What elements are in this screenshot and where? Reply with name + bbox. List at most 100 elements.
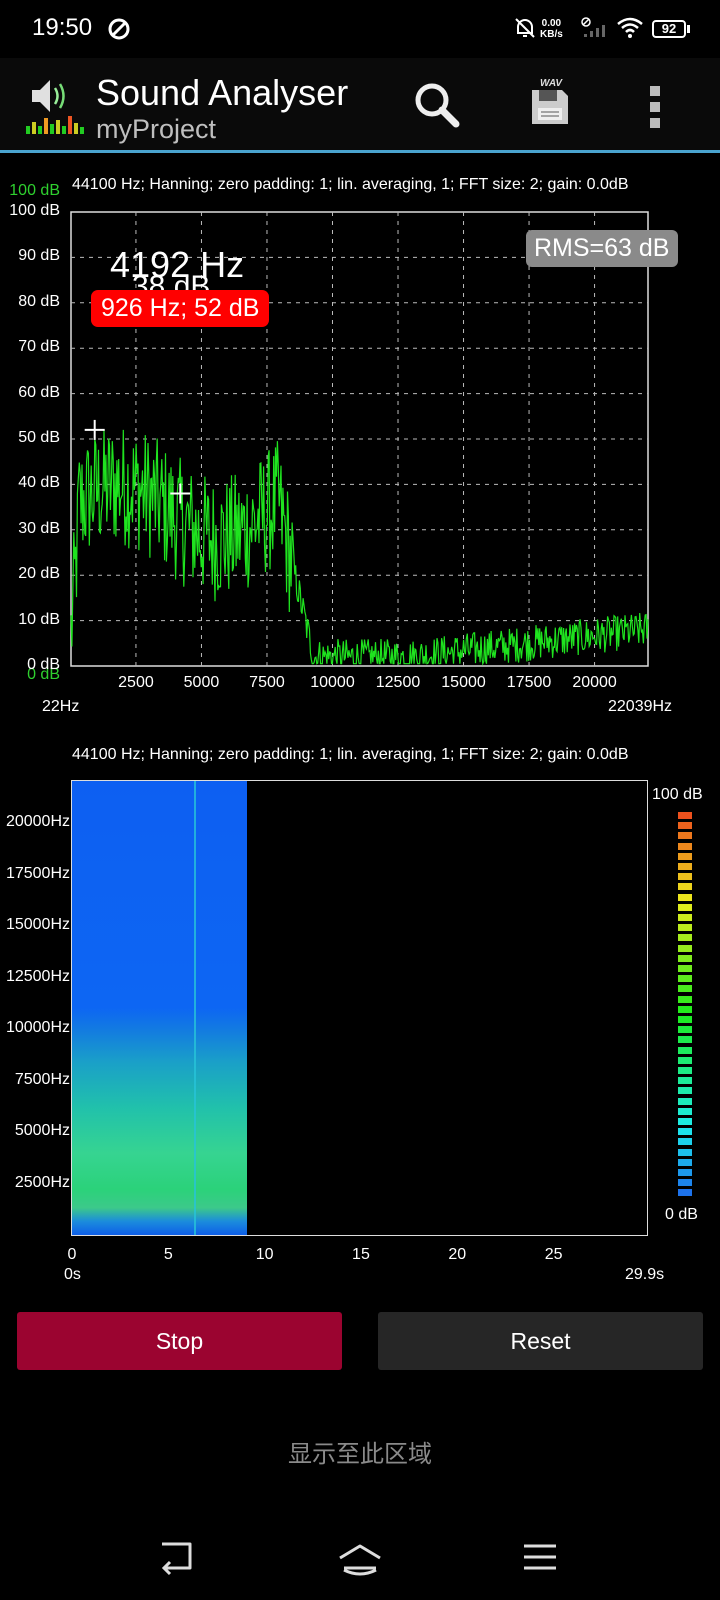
spectrogram-time-start: 0s: [64, 1266, 81, 1283]
spectrogram-time-tick: 5: [163, 1246, 173, 1263]
bell-off-icon: [514, 16, 536, 40]
spectrum-y-tick: 100 dB: [9, 202, 60, 219]
color-scale-segment: [678, 1026, 692, 1034]
spectrogram-time-tick: 20: [448, 1246, 467, 1263]
cursor-db-value: 38 dB: [132, 270, 211, 292]
battery-indicator: 92: [652, 20, 686, 38]
spectrogram-freq-tick: 12500Hz: [5, 967, 70, 985]
color-scale-segment: [678, 934, 692, 942]
color-scale-segment: [678, 1158, 692, 1166]
status-time: 19:50: [32, 14, 93, 41]
color-scale-max: 100 dB: [652, 786, 703, 803]
color-scale-segment: [678, 1067, 692, 1074]
spectrum-y-tick: 50 dB: [18, 429, 60, 446]
spectrum-y-tick: 60 dB: [18, 383, 60, 401]
no-sim-signal-icon: [580, 16, 610, 40]
color-scale-segment: [678, 1005, 692, 1013]
color-scale-segment: [678, 1087, 692, 1095]
color-scale-segment: [678, 863, 692, 870]
spectrum-y-tick: 10 dB: [18, 610, 60, 628]
spectrogram-freq-tick: 10000Hz: [5, 1019, 70, 1037]
color-scale-segment: [678, 1189, 692, 1197]
color-scale-segment: [678, 924, 692, 932]
spectrum-y-tick: 30 dB: [18, 519, 60, 537]
color-scale-segment: [678, 883, 692, 891]
save-wav-label: WAV: [540, 78, 563, 89]
color-scale-segment: [678, 812, 692, 819]
spectrum-line: [70, 429, 649, 666]
spectrum-y-tick: 0 dB: [27, 656, 60, 673]
spectrum-y-tick: 90 dB: [18, 247, 60, 265]
back-icon: [161, 1542, 192, 1576]
rms-badge: RMS=63 dB: [526, 230, 678, 267]
color-scale: [678, 812, 692, 1200]
color-scale-segment: [678, 893, 692, 901]
spectrogram-time-tick: 10: [255, 1246, 274, 1263]
search-icon: [415, 83, 460, 128]
spectrogram-data: [72, 781, 247, 1235]
color-scale-segment: [678, 852, 692, 860]
menu-icon: [524, 1544, 556, 1570]
save-wav-button[interactable]: WAV: [526, 76, 586, 136]
color-scale-segment: [678, 822, 692, 830]
color-scale-segment: [678, 1138, 692, 1146]
nav-back-button[interactable]: [158, 1540, 198, 1576]
color-scale-segment: [678, 944, 692, 952]
color-scale-segment: [678, 954, 692, 962]
color-scale-segment: [678, 1148, 692, 1156]
spectrogram-freq-tick: 7500Hz: [14, 1070, 70, 1088]
nav-menu-button[interactable]: [522, 1540, 558, 1574]
peak-badge: 926 Hz; 52 dB: [91, 290, 270, 327]
spectrogram-time-tick: 15: [352, 1246, 370, 1263]
spectrum-y-tick: 40 dB: [18, 474, 60, 492]
color-scale-segment: [678, 985, 692, 993]
stop-button[interactable]: Stop: [17, 1312, 342, 1370]
spectrogram-time-tick: 25: [544, 1246, 563, 1263]
color-scale-segment: [678, 1118, 692, 1125]
spectrogram-freq-tick: 5000Hz: [14, 1122, 70, 1140]
color-scale-segment: [678, 903, 692, 911]
app-title: Sound Analyser: [96, 72, 349, 113]
color-scale-segment: [678, 1046, 692, 1054]
color-scale-segment: [678, 995, 692, 1003]
reset-button[interactable]: Reset: [378, 1312, 703, 1370]
spectrogram-time-end: 29.9s: [625, 1266, 665, 1283]
color-scale-segment: [678, 873, 692, 881]
spectrogram-time-tick: 0: [67, 1246, 77, 1263]
spectrum-y-tick: 20 dB: [18, 565, 60, 583]
speaker-bars-icon: [24, 76, 86, 138]
project-name: myProject: [96, 114, 217, 144]
color-scale-segment: [678, 965, 692, 972]
color-scale-segment: [678, 1097, 692, 1105]
color-scale-segment: [678, 1128, 692, 1136]
overflow-menu-button[interactable]: [640, 82, 670, 132]
display-area-hint: 显示至此区域: [288, 1441, 432, 1468]
color-scale-segment: [678, 1016, 692, 1023]
network-speed: 0.00 KB/s: [540, 18, 563, 40]
color-scale-segment: [678, 975, 692, 983]
spectrum-x-tick: 20000: [572, 674, 617, 691]
spectrogram-tone-line: [194, 781, 196, 1235]
spectrum-y-tick: 70 dB: [18, 338, 60, 356]
overflow-menu-icon: [650, 86, 660, 128]
color-scale-segment: [678, 1056, 692, 1064]
nav-home-button[interactable]: [336, 1540, 384, 1578]
spectrum-y-tick: 80 dB: [18, 292, 60, 310]
wifi-icon: [616, 16, 644, 40]
home-icon: [339, 1544, 381, 1576]
status-app-logo-icon: [108, 18, 130, 40]
color-scale-segment: [678, 914, 692, 921]
spectrogram-freq-tick: 15000Hz: [5, 916, 70, 934]
spectrogram-freq-tick: 20000Hz: [5, 813, 70, 831]
search-button[interactable]: [410, 78, 466, 134]
color-scale-min: 0 dB: [665, 1206, 698, 1223]
color-scale-segment: [678, 832, 692, 840]
network-speed-value: 0.00: [541, 18, 562, 29]
color-scale-segment: [678, 842, 692, 850]
spectrogram-freq-tick: 17500Hz: [5, 864, 70, 882]
color-scale-segment: [678, 1179, 692, 1187]
battery-tip: [687, 25, 690, 33]
peak-marker: [84, 419, 105, 440]
spectrogram-freq-tick: 2500Hz: [14, 1173, 70, 1191]
color-scale-segment: [678, 1169, 692, 1176]
